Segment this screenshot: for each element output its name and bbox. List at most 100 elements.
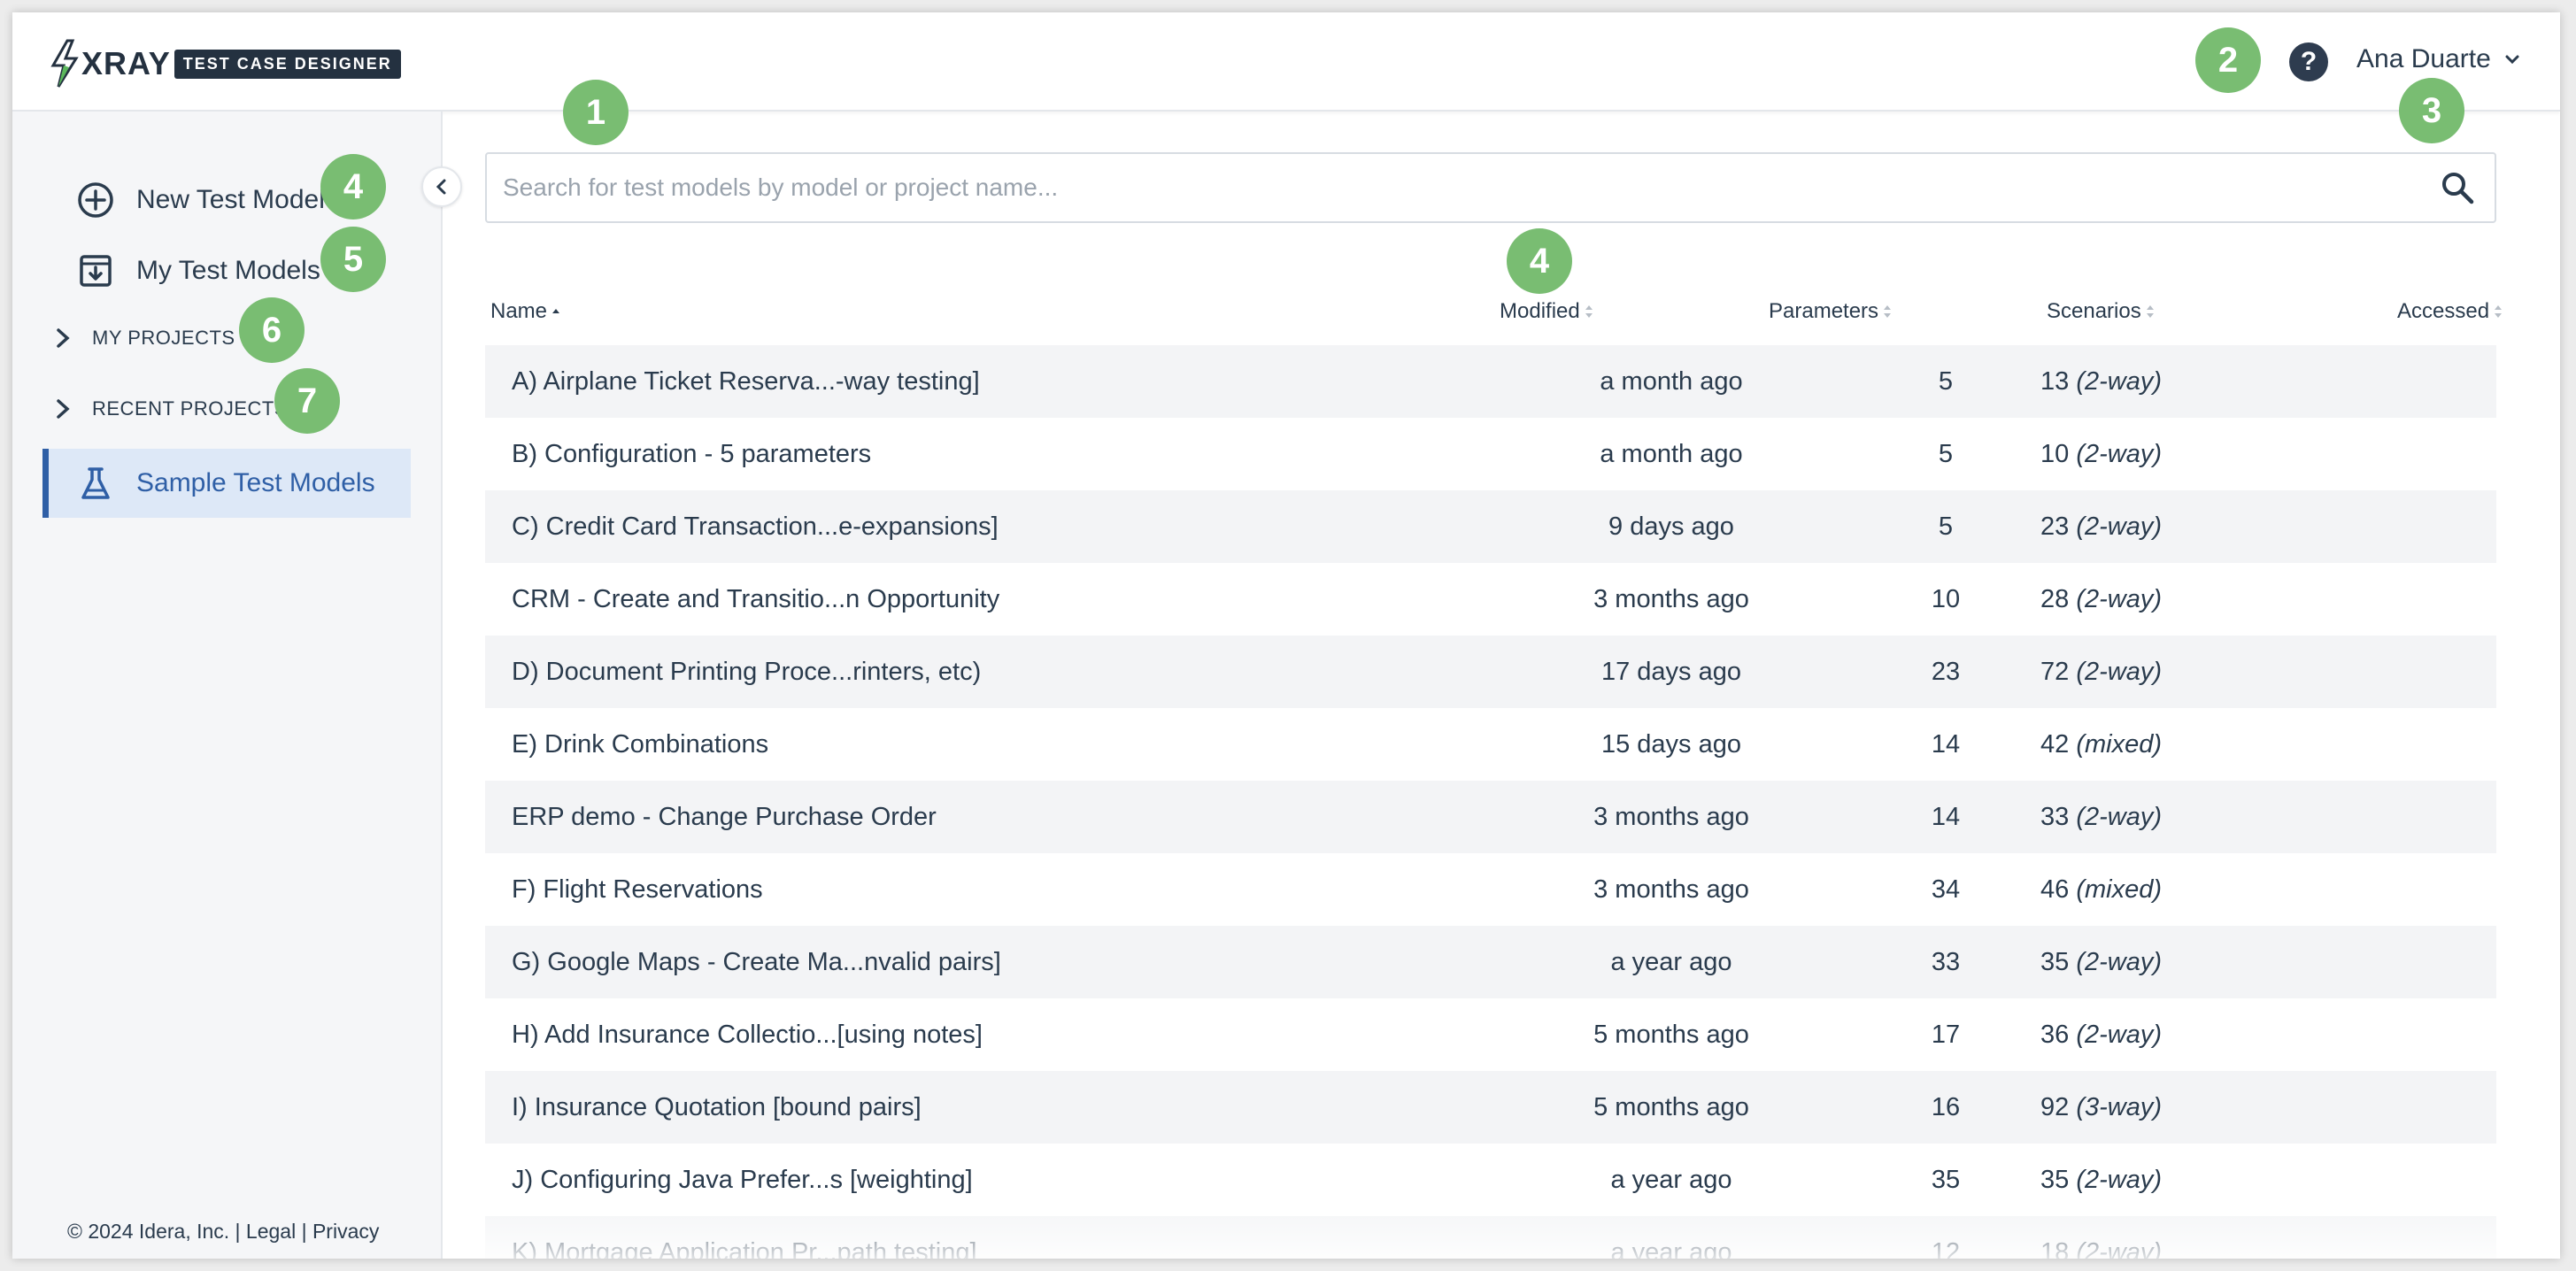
scenarios-way: (2-way)	[2076, 1238, 2162, 1259]
scenarios-count: 42	[2040, 730, 2070, 759]
model-name[interactable]: J) Configuring Java Prefer...s [weightin…	[512, 1144, 973, 1216]
sidebar-section-recent-projects[interactable]: RECENT PROJECTS	[53, 397, 288, 420]
sidebar-item-label: My Test Models	[136, 256, 320, 285]
modified-value: a year ago	[1610, 1166, 1732, 1194]
model-name[interactable]: E) Drink Combinations	[512, 708, 768, 781]
flask-icon	[81, 467, 110, 499]
sort-icon	[1585, 305, 1593, 318]
app-window: XRAY TEST CASE DESIGNER ? Ana Duarte New…	[12, 12, 2560, 1259]
sidebar-section-my-projects[interactable]: MY PROJECTS	[53, 327, 235, 350]
sidebar-section-label: MY PROJECTS	[92, 327, 235, 349]
model-name[interactable]: ERP demo - Change Purchase Order	[512, 781, 937, 853]
chevron-right-icon	[57, 328, 70, 348]
model-name[interactable]: I) Insurance Quotation [bound pairs]	[512, 1071, 922, 1144]
annotation-badge: 6	[239, 297, 305, 363]
table-row[interactable]: C) Credit Card Transaction...e-expansion…	[485, 490, 2496, 563]
sidebar-item-sample-test-models[interactable]: Sample Test Models	[42, 449, 411, 518]
parameters-value: 5	[1938, 512, 1954, 541]
scenarios-count: 46	[2040, 875, 2070, 904]
modified-value: 5 months ago	[1593, 1021, 1749, 1049]
search-icon[interactable]	[2440, 170, 2475, 205]
table-row[interactable]: D) Document Printing Proce...rinters, et…	[485, 636, 2496, 708]
column-header-label: Accessed	[2397, 299, 2490, 323]
user-name: Ana Duarte	[2356, 44, 2491, 73]
column-header-label: Parameters	[1769, 299, 1879, 323]
column-header-modified[interactable]: Modified	[1500, 299, 1594, 324]
table-row[interactable]: H) Add Insurance Collectio...[using note…	[485, 998, 2496, 1071]
help-icon[interactable]: ?	[2289, 42, 2328, 81]
column-header-parameters[interactable]: Parameters	[1769, 299, 1893, 324]
collapse-sidebar-button[interactable]	[421, 166, 462, 207]
modified-value: a year ago	[1610, 1238, 1732, 1259]
table-row[interactable]: B) Configuration - 5 parameters a month …	[485, 418, 2496, 490]
scenarios-value: 10 (2-way)	[2040, 418, 2162, 490]
xray-logo[interactable]: XRAY TEST CASE DESIGNER	[50, 37, 401, 90]
parameters-value: 5	[1938, 440, 1954, 468]
scenarios-value: 33 (2-way)	[2040, 781, 2162, 853]
test-models-table: A) Airplane Ticket Reserva...-way testin…	[485, 345, 2496, 1259]
model-name[interactable]: C) Credit Card Transaction...e-expansion…	[512, 490, 999, 563]
sort-icon	[2146, 305, 2154, 318]
table-row[interactable]: A) Airplane Ticket Reserva...-way testin…	[485, 345, 2496, 418]
column-header-label: Name	[490, 299, 548, 323]
column-header-scenarios[interactable]: Scenarios	[2047, 299, 2156, 324]
column-header-name[interactable]: Name	[490, 299, 561, 324]
scenarios-way: (2-way)	[2076, 803, 2162, 831]
scenarios-value: 13 (2-way)	[2040, 345, 2162, 418]
table-row[interactable]: F) Flight Reservations 3 months ago 34 4…	[485, 853, 2496, 926]
modified-value: 3 months ago	[1593, 585, 1749, 613]
sort-icon	[2495, 305, 2503, 318]
annotation-badge: 5	[320, 227, 386, 292]
scenarios-way: (2-way)	[2076, 585, 2162, 613]
scenarios-way: (2-way)	[2076, 948, 2162, 976]
scenarios-count: 92	[2040, 1093, 2070, 1121]
model-name[interactable]: K) Mortgage Application Pr...path testin…	[512, 1216, 977, 1259]
scenarios-value: 18 (2-way)	[2040, 1216, 2162, 1259]
scenarios-way: (3-way)	[2076, 1093, 2162, 1121]
model-name[interactable]: B) Configuration - 5 parameters	[512, 418, 871, 490]
model-name[interactable]: G) Google Maps - Create Ma...nvalid pair…	[512, 926, 1001, 998]
sidebar-item-label: New Test Model	[136, 185, 325, 214]
scenarios-value: 92 (3-way)	[2040, 1071, 2162, 1144]
sidebar-item-label: Sample Test Models	[136, 468, 375, 497]
scenarios-value: 42 (mixed)	[2040, 708, 2162, 781]
scenarios-count: 72	[2040, 658, 2070, 686]
annotation-badge: 4	[320, 154, 386, 220]
model-name[interactable]: D) Document Printing Proce...rinters, et…	[512, 636, 981, 708]
table-row[interactable]: I) Insurance Quotation [bound pairs] 5 m…	[485, 1071, 2496, 1144]
annotation-badge: 4	[1507, 228, 1572, 294]
model-name[interactable]: F) Flight Reservations	[512, 853, 763, 926]
parameters-value: 10	[1931, 585, 1961, 613]
column-header-accessed[interactable]: Accessed	[2397, 299, 2503, 324]
table-row[interactable]: ERP demo - Change Purchase Order 3 month…	[485, 781, 2496, 853]
table-row[interactable]: E) Drink Combinations 15 days ago 14 42 …	[485, 708, 2496, 781]
modified-value: 9 days ago	[1608, 512, 1734, 541]
model-name[interactable]: CRM - Create and Transitio...n Opportuni…	[512, 563, 999, 636]
scenarios-count: 23	[2040, 512, 2070, 541]
parameters-value: 35	[1931, 1166, 1961, 1194]
modified-value: 3 months ago	[1593, 803, 1749, 831]
scenarios-value: 28 (2-way)	[2040, 563, 2162, 636]
scenarios-count: 35	[2040, 948, 2070, 976]
parameters-value: 33	[1931, 948, 1961, 976]
annotation-badge: 7	[274, 368, 340, 434]
model-name[interactable]: A) Airplane Ticket Reserva...-way testin…	[512, 345, 980, 418]
scenarios-way: (2-way)	[2076, 1166, 2162, 1194]
modified-value: a month ago	[1600, 367, 1743, 396]
scenarios-count: 10	[2040, 440, 2070, 468]
column-header-label: Modified	[1500, 299, 1580, 323]
user-menu[interactable]: Ana Duarte	[2356, 44, 2521, 74]
modified-value: 3 months ago	[1593, 875, 1749, 904]
chevron-right-icon	[57, 399, 70, 419]
table-row[interactable]: G) Google Maps - Create Ma...nvalid pair…	[485, 926, 2496, 998]
scenarios-way: (2-way)	[2076, 440, 2162, 468]
scenarios-count: 35	[2040, 1166, 2070, 1194]
search-input[interactable]	[487, 154, 2434, 221]
search-bar	[485, 152, 2496, 223]
table-row[interactable]: CRM - Create and Transitio...n Opportuni…	[485, 563, 2496, 636]
table-row[interactable]: K) Mortgage Application Pr...path testin…	[485, 1216, 2496, 1259]
table-row[interactable]: J) Configuring Java Prefer...s [weightin…	[485, 1144, 2496, 1216]
footer-copyright[interactable]: © 2024 Idera, Inc. | Legal | Privacy	[67, 1220, 379, 1244]
model-name[interactable]: H) Add Insurance Collectio...[using note…	[512, 998, 983, 1071]
modified-value: 17 days ago	[1600, 658, 1741, 686]
